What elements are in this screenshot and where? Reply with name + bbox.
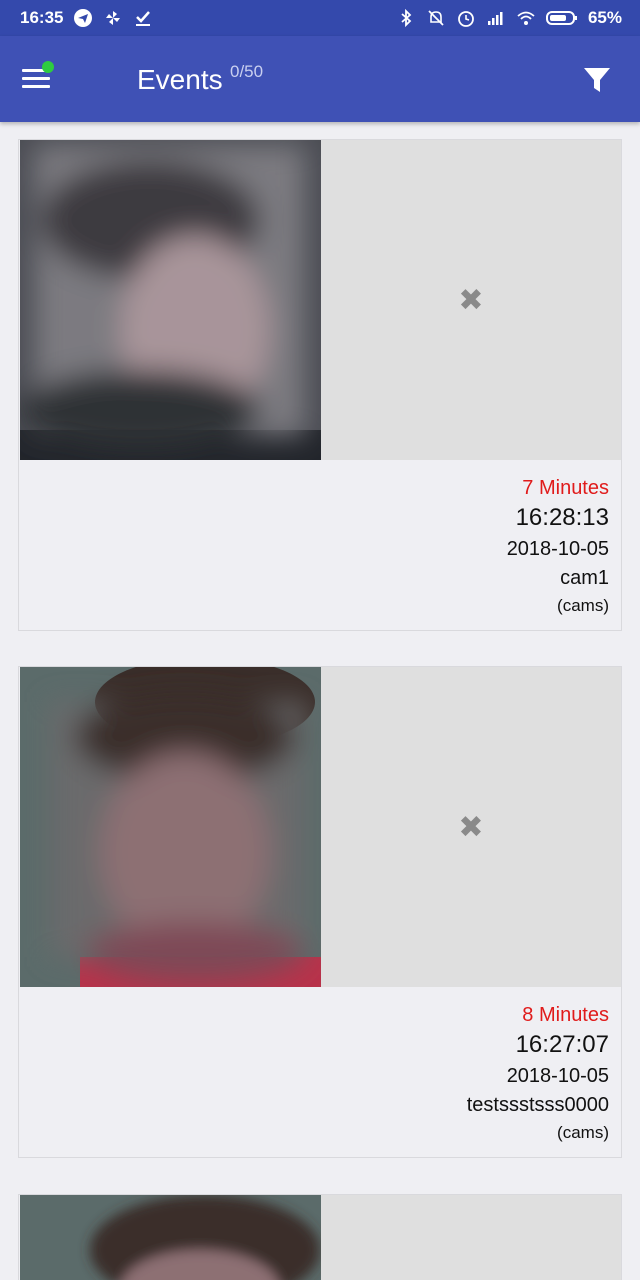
- wifi-icon: [516, 8, 536, 28]
- status-bar: 16:35 65%: [0, 0, 640, 36]
- pinwheel-icon: [103, 8, 123, 28]
- menu-button[interactable]: [22, 61, 54, 93]
- close-icon: ✖: [458, 283, 484, 317]
- alarm-icon: [456, 8, 476, 28]
- image-placeholder: ✖: [321, 140, 621, 460]
- mute-icon: [426, 8, 446, 28]
- download-check-icon: [133, 8, 153, 28]
- event-camera: cam1: [560, 567, 609, 589]
- status-time: 16:35: [20, 8, 64, 27]
- filter-button[interactable]: [582, 66, 612, 94]
- page-title: Events: [137, 64, 223, 95]
- event-time: 16:28:13: [515, 504, 609, 531]
- event-count: 0/50: [230, 62, 264, 81]
- telegram-icon: [73, 8, 93, 28]
- event-card[interactable]: [18, 1194, 622, 1280]
- event-card[interactable]: ✖ 7 Minutes 16:28:13 2018-10-05 cam1 (ca…: [18, 139, 622, 631]
- notification-dot: [42, 61, 54, 73]
- image-placeholder: ✖: [321, 667, 621, 987]
- event-date: 2018-10-05: [506, 1065, 609, 1087]
- image-placeholder: [321, 1195, 621, 1280]
- bluetooth-icon: [396, 8, 416, 28]
- event-date: 2018-10-05: [506, 538, 609, 560]
- face-thumbnail[interactable]: [20, 140, 321, 460]
- filter-icon: [584, 68, 610, 92]
- event-time: 16:27:07: [515, 1031, 609, 1058]
- app-bar: Events 0/50: [0, 36, 640, 122]
- event-ago: 8 Minutes: [522, 1004, 609, 1026]
- battery-level: 65%: [587, 8, 622, 27]
- close-icon: ✖: [458, 810, 484, 844]
- signal-icon: [486, 8, 506, 28]
- event-card[interactable]: ✖ 8 Minutes 16:27:07 2018-10-05 testssst…: [18, 666, 622, 1158]
- battery-icon: [545, 8, 578, 28]
- event-ago: 7 Minutes: [522, 477, 609, 499]
- event-group: (cams): [557, 596, 609, 615]
- face-thumbnail[interactable]: [20, 667, 321, 987]
- event-camera: testssstsss0000: [466, 1094, 609, 1116]
- face-thumbnail[interactable]: [20, 1195, 321, 1280]
- event-group: (cams): [557, 1123, 609, 1142]
